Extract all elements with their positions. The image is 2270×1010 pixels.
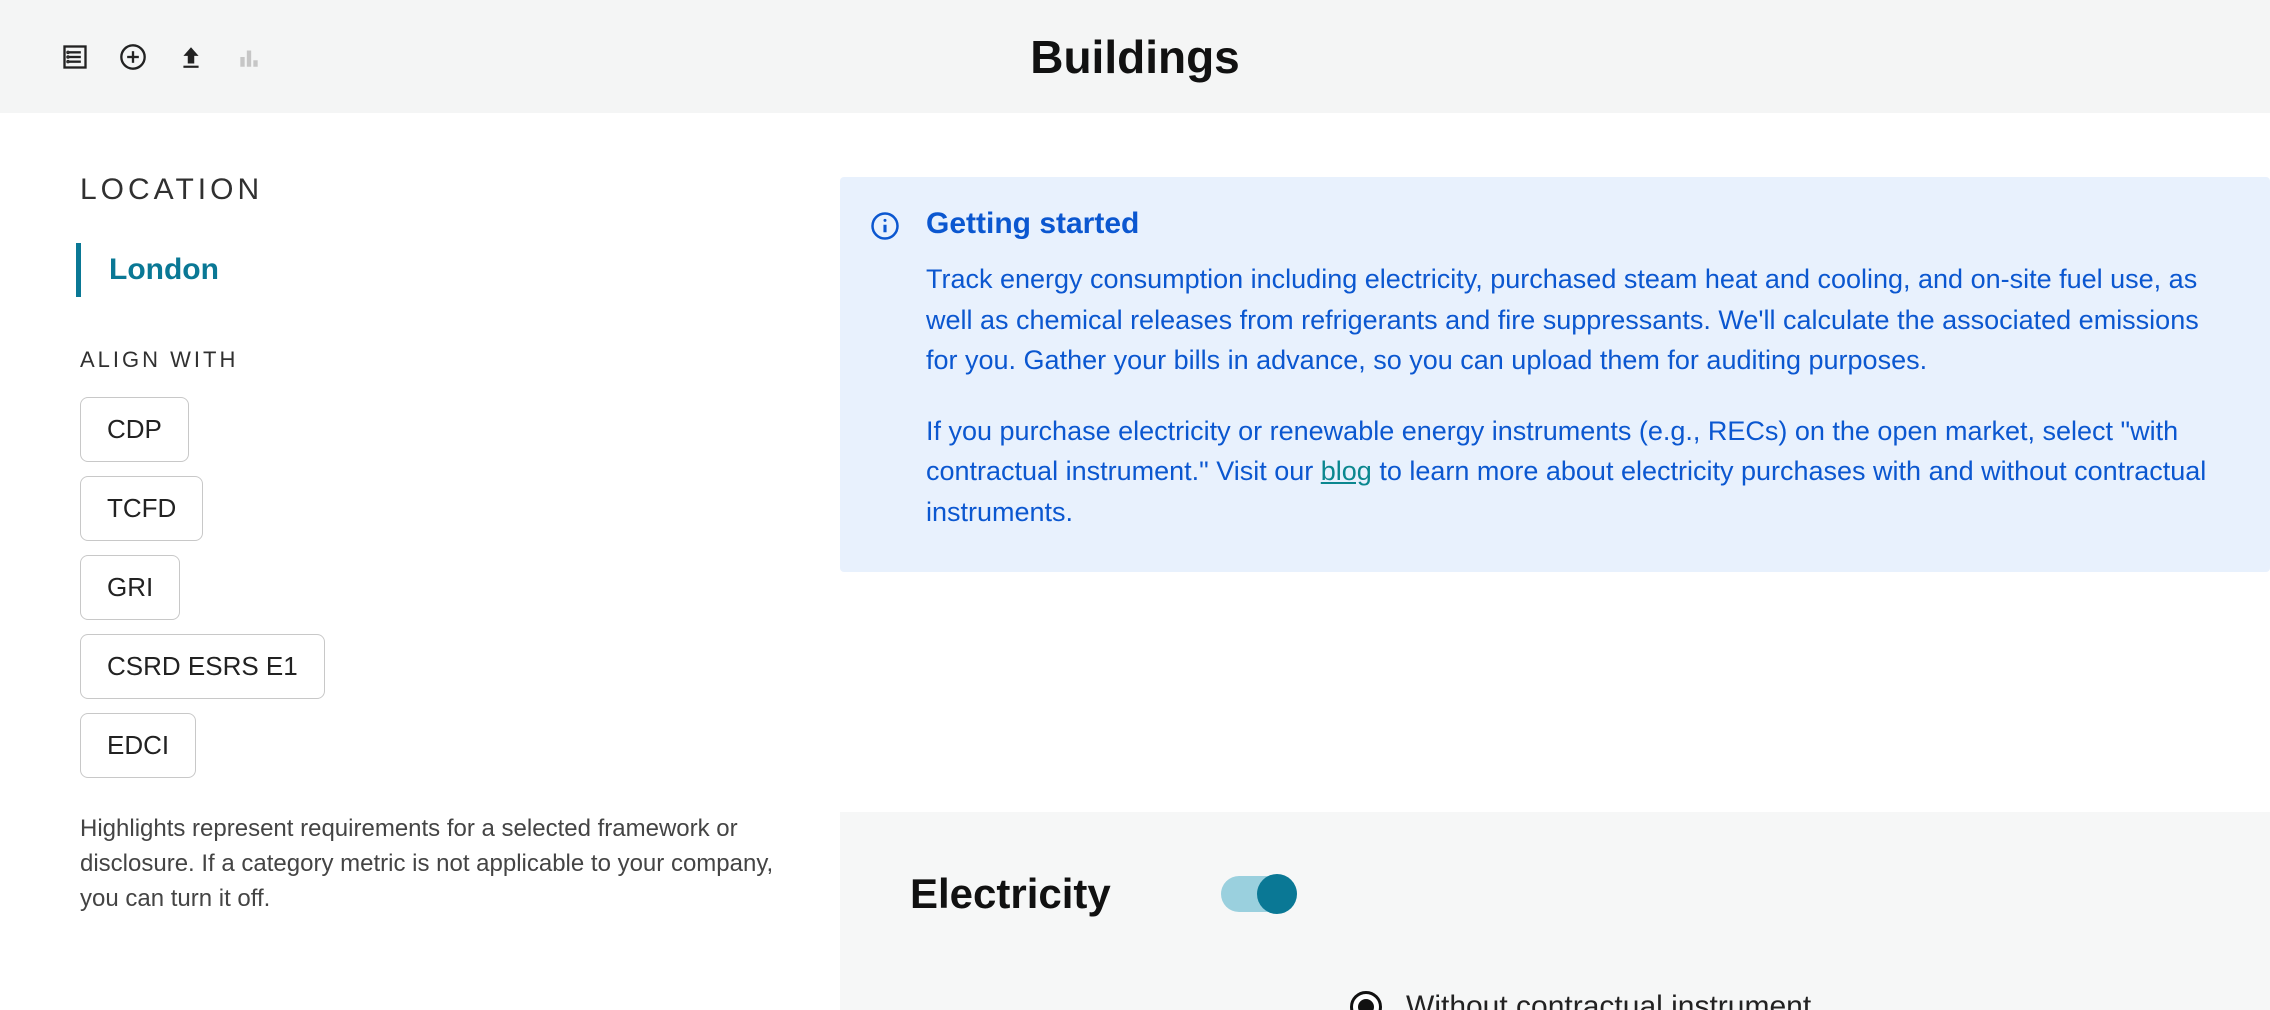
align-with-label: ALIGN WITH — [80, 347, 800, 373]
framework-chip-cdp[interactable]: CDP — [80, 397, 189, 462]
blog-link[interactable]: blog — [1321, 456, 1372, 486]
info-title: Getting started — [926, 207, 2234, 241]
info-icon — [870, 211, 900, 241]
chart-icon — [234, 42, 264, 72]
location-item-london[interactable]: London — [76, 243, 800, 297]
framework-chip-edci[interactable]: EDCI — [80, 713, 196, 778]
location-label: LOCATION — [80, 173, 800, 207]
topbar-icons — [60, 42, 264, 72]
getting-started-box: Getting started Track energy consumption… — [840, 177, 2270, 572]
topbar: Buildings — [0, 0, 2270, 113]
contract-option-row: Without contractual instrument — [1350, 990, 2200, 1010]
framework-chip-tcfd[interactable]: TCFD — [80, 476, 203, 541]
without-contract-radio[interactable] — [1350, 991, 1382, 1010]
sidebar: LOCATION London ALIGN WITH CDP TCFD GRI … — [0, 113, 840, 1010]
framework-help-text: Highlights represent requirements for a … — [80, 812, 800, 916]
main-content: Getting started Track energy consumption… — [840, 113, 2270, 1010]
page-title: Buildings — [1030, 30, 1240, 84]
info-paragraph-2: If you purchase electricity or renewable… — [926, 411, 2234, 533]
list-icon[interactable] — [60, 42, 90, 72]
framework-chip-gri[interactable]: GRI — [80, 555, 180, 620]
add-icon[interactable] — [118, 42, 148, 72]
electricity-toggle[interactable] — [1221, 876, 1293, 912]
framework-chips: CDP TCFD GRI CSRD ESRS E1 EDCI — [80, 397, 800, 778]
category-title: Electricity — [910, 870, 1111, 918]
info-body: Getting started Track energy consumption… — [926, 207, 2234, 532]
framework-chip-csrd[interactable]: CSRD ESRS E1 — [80, 634, 325, 699]
info-paragraph-1: Track energy consumption including elect… — [926, 259, 2234, 381]
category-header: Electricity — [910, 870, 2200, 918]
location-link[interactable]: London — [109, 253, 219, 286]
without-contract-label: Without contractual instrument — [1406, 990, 1811, 1010]
upload-icon[interactable] — [176, 42, 206, 72]
info-text: Track energy consumption including elect… — [926, 259, 2234, 532]
electricity-panel: Electricity Without contractual instrume… — [840, 812, 2270, 1010]
